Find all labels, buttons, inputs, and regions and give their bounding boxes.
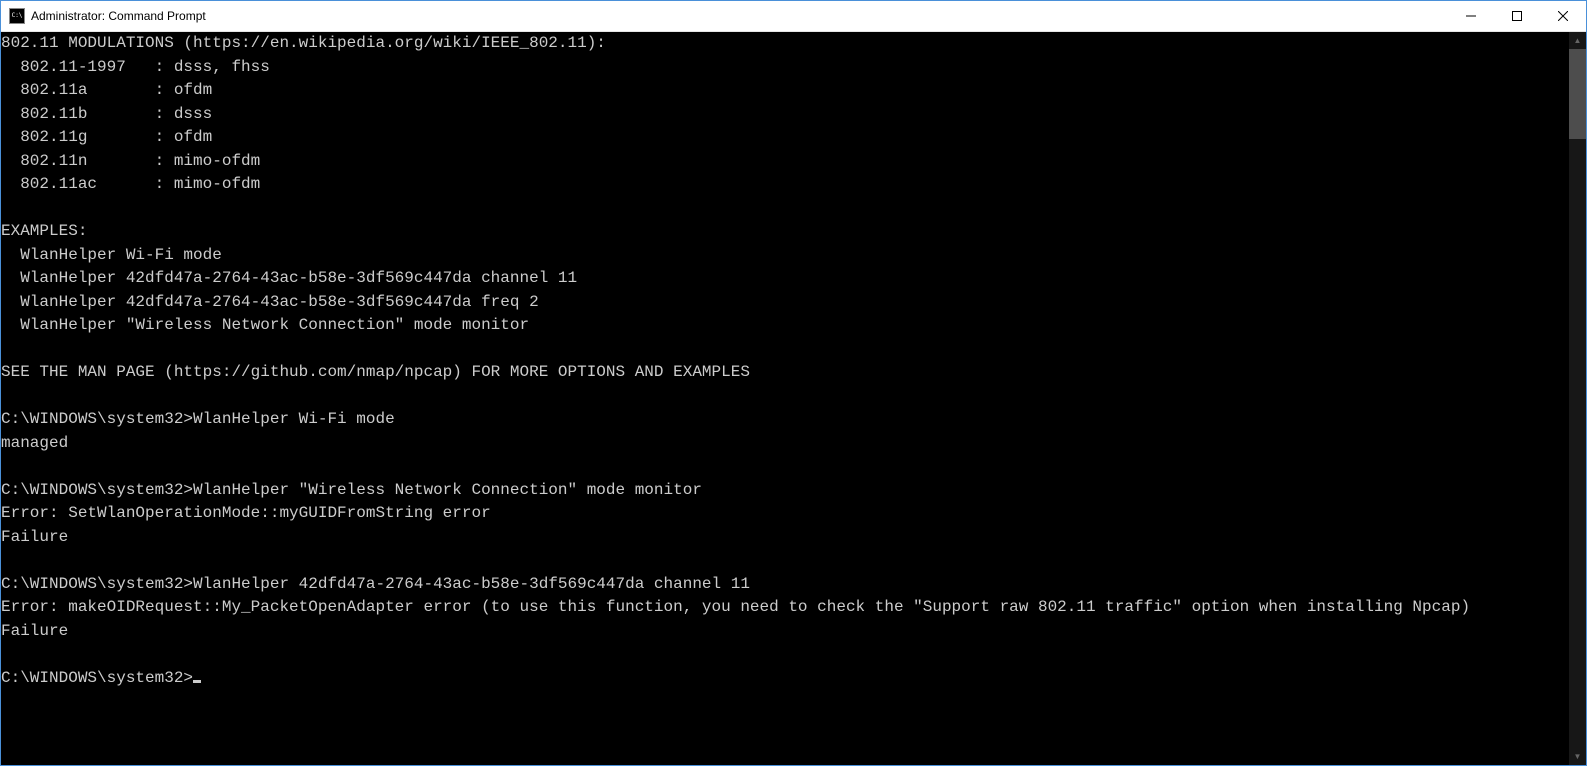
window-controls <box>1448 1 1586 31</box>
scroll-track[interactable] <box>1569 49 1586 748</box>
close-icon <box>1558 11 1568 21</box>
cmd-icon <box>9 8 25 24</box>
terminal-cursor <box>193 680 201 683</box>
close-button[interactable] <box>1540 1 1586 31</box>
scroll-thumb[interactable] <box>1569 49 1586 139</box>
maximize-button[interactable] <box>1494 1 1540 31</box>
terminal-output[interactable]: 802.11 MODULATIONS (https://en.wikipedia… <box>1 32 1569 765</box>
console-area: 802.11 MODULATIONS (https://en.wikipedia… <box>1 32 1586 765</box>
vertical-scrollbar[interactable]: ▲ ▼ <box>1569 32 1586 765</box>
scroll-up-arrow[interactable]: ▲ <box>1569 32 1586 49</box>
window-title: Administrator: Command Prompt <box>31 9 206 23</box>
minimize-icon <box>1466 11 1476 21</box>
window-titlebar[interactable]: Administrator: Command Prompt <box>1 1 1586 32</box>
scroll-down-arrow[interactable]: ▼ <box>1569 748 1586 765</box>
terminal-text: 802.11 MODULATIONS (https://en.wikipedia… <box>1 34 1470 687</box>
minimize-button[interactable] <box>1448 1 1494 31</box>
maximize-icon <box>1512 11 1522 21</box>
